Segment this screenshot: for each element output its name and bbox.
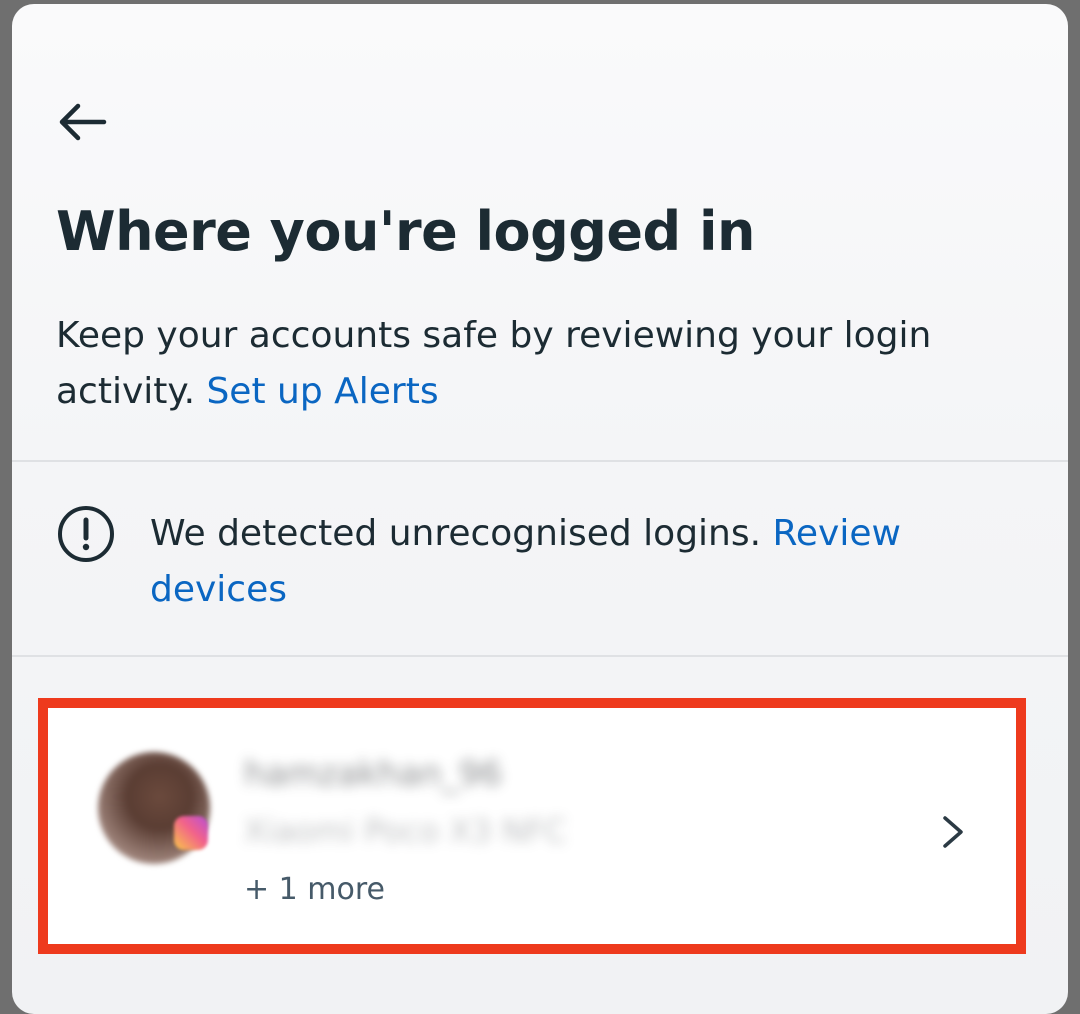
arrow-left-icon — [59, 103, 107, 141]
chevron-right-icon — [943, 816, 963, 848]
set-up-alerts-link[interactable]: Set up Alerts — [206, 371, 438, 412]
more-devices-count: + 1 more — [244, 872, 386, 907]
unrecognised-logins-alert: We detected unrecognised logins. Review … — [150, 506, 1030, 618]
divider — [12, 655, 1068, 657]
account-username: hamzakhan_96 — [244, 754, 503, 794]
account-device: Xiaomi Poco X3 NFC — [244, 812, 567, 850]
page-title: Where you're logged in — [56, 200, 755, 263]
exclamation-circle-icon — [58, 506, 114, 562]
instagram-icon — [174, 816, 208, 850]
login-activity-panel: Where you're logged in Keep your account… — [12, 4, 1068, 1014]
subtitle-text: Keep your accounts safe by reviewing you… — [56, 315, 932, 412]
back-button[interactable] — [52, 92, 112, 152]
divider — [12, 460, 1068, 462]
page-subtitle: Keep your accounts safe by reviewing you… — [56, 308, 1016, 420]
account-list-item[interactable]: hamzakhan_96 Xiaomi Poco X3 NFC + 1 more — [38, 698, 1026, 954]
alert-text: We detected unrecognised logins. — [150, 513, 773, 554]
